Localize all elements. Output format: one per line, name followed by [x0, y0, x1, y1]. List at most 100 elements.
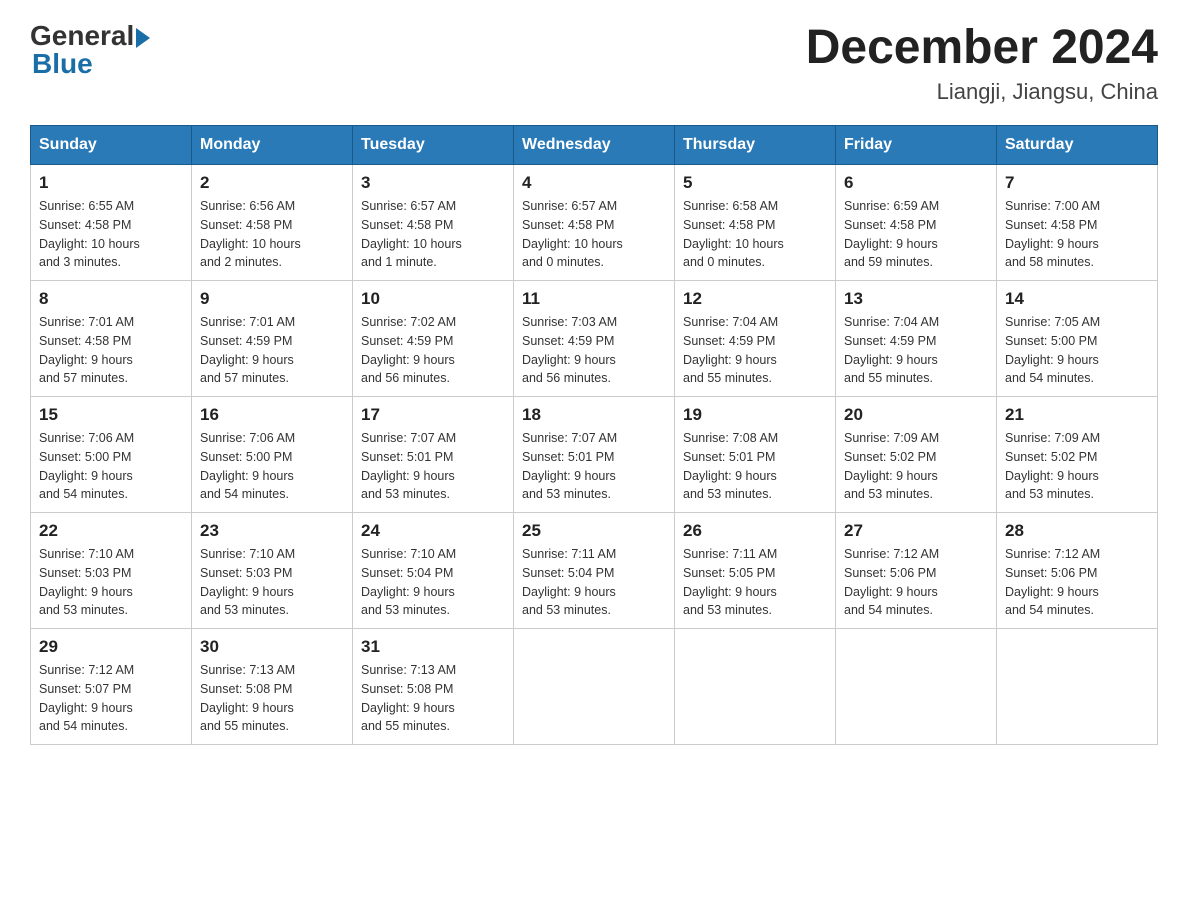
cell-sun-info: Sunrise: 7:13 AMSunset: 5:08 PMDaylight:… — [361, 661, 505, 736]
cell-day-number: 23 — [200, 521, 344, 541]
page-header: General Blue December 2024 Liangji, Jian… — [30, 20, 1158, 105]
calendar-cell: 20 Sunrise: 7:09 AMSunset: 5:02 PMDayligh… — [836, 397, 997, 513]
cell-sun-info: Sunrise: 6:57 AMSunset: 4:58 PMDaylight:… — [361, 197, 505, 272]
day-of-week-header: Sunday — [31, 126, 192, 165]
calendar-cell: 21 Sunrise: 7:09 AMSunset: 5:02 PMDayligh… — [997, 397, 1158, 513]
logo: General Blue — [30, 20, 150, 80]
cell-day-number: 17 — [361, 405, 505, 425]
cell-day-number: 4 — [522, 173, 666, 193]
cell-day-number: 16 — [200, 405, 344, 425]
day-of-week-header: Wednesday — [514, 126, 675, 165]
cell-day-number: 7 — [1005, 173, 1149, 193]
calendar-week-row: 29Sunrise: 7:12 AMSunset: 5:07 PMDayligh… — [31, 629, 1158, 745]
calendar-cell — [514, 629, 675, 745]
cell-day-number: 24 — [361, 521, 505, 541]
cell-sun-info: Sunrise: 7:02 AMSunset: 4:59 PMDaylight:… — [361, 313, 505, 388]
calendar-cell: 11Sunrise: 7:03 AMSunset: 4:59 PMDayligh… — [514, 281, 675, 397]
calendar-cell: 23Sunrise: 7:10 AMSunset: 5:03 PMDayligh… — [192, 513, 353, 629]
cell-sun-info: Sunrise: 7:07 AMSunset: 5:01 PMDaylight:… — [361, 429, 505, 504]
calendar-cell: 12 Sunrise: 7:04 AMSunset: 4:59 PMDayligh… — [675, 281, 836, 397]
calendar-cell: 27 Sunrise: 7:12 AMSunset: 5:06 PMDayligh… — [836, 513, 997, 629]
calendar-cell: 9 Sunrise: 7:01 AMSunset: 4:59 PMDaylight… — [192, 281, 353, 397]
cell-sun-info: Sunrise: 6:57 AMSunset: 4:58 PMDaylight:… — [522, 197, 666, 272]
cell-day-number: 19 — [683, 405, 827, 425]
cell-day-number: 18 — [522, 405, 666, 425]
calendar-header-row: SundayMondayTuesdayWednesdayThursdayFrid… — [31, 126, 1158, 165]
cell-sun-info: Sunrise: 7:10 AMSunset: 5:04 PMDaylight:… — [361, 545, 505, 620]
calendar-cell: 25 Sunrise: 7:11 AMSunset: 5:04 PMDayligh… — [514, 513, 675, 629]
cell-sun-info: Sunrise: 7:11 AMSunset: 5:05 PMDaylight:… — [683, 545, 827, 620]
calendar-week-row: 22Sunrise: 7:10 AMSunset: 5:03 PMDayligh… — [31, 513, 1158, 629]
title-section: December 2024 Liangji, Jiangsu, China — [806, 20, 1158, 105]
calendar-cell: 10 Sunrise: 7:02 AMSunset: 4:59 PMDayligh… — [353, 281, 514, 397]
cell-sun-info: Sunrise: 6:55 AMSunset: 4:58 PMDaylight:… — [39, 197, 183, 272]
day-of-week-header: Monday — [192, 126, 353, 165]
cell-sun-info: Sunrise: 6:56 AMSunset: 4:58 PMDaylight:… — [200, 197, 344, 272]
cell-sun-info: Sunrise: 6:59 AMSunset: 4:58 PMDaylight:… — [844, 197, 988, 272]
calendar-table: SundayMondayTuesdayWednesdayThursdayFrid… — [30, 125, 1158, 745]
cell-sun-info: Sunrise: 7:00 AMSunset: 4:58 PMDaylight:… — [1005, 197, 1149, 272]
calendar-week-row: 1 Sunrise: 6:55 AMSunset: 4:58 PMDaylight… — [31, 165, 1158, 281]
cell-day-number: 10 — [361, 289, 505, 309]
day-of-week-header: Saturday — [997, 126, 1158, 165]
calendar-cell: 2 Sunrise: 6:56 AMSunset: 4:58 PMDaylight… — [192, 165, 353, 281]
calendar-cell — [675, 629, 836, 745]
cell-day-number: 5 — [683, 173, 827, 193]
calendar-week-row: 15 Sunrise: 7:06 AMSunset: 5:00 PMDayligh… — [31, 397, 1158, 513]
calendar-cell: 26 Sunrise: 7:11 AMSunset: 5:05 PMDayligh… — [675, 513, 836, 629]
calendar-cell: 24 Sunrise: 7:10 AMSunset: 5:04 PMDayligh… — [353, 513, 514, 629]
calendar-cell: 22Sunrise: 7:10 AMSunset: 5:03 PMDayligh… — [31, 513, 192, 629]
cell-day-number: 30 — [200, 637, 344, 657]
cell-day-number: 26 — [683, 521, 827, 541]
cell-sun-info: Sunrise: 7:01 AMSunset: 4:59 PMDaylight:… — [200, 313, 344, 388]
month-year-title: December 2024 — [806, 20, 1158, 75]
cell-day-number: 25 — [522, 521, 666, 541]
cell-sun-info: Sunrise: 7:04 AMSunset: 4:59 PMDaylight:… — [844, 313, 988, 388]
cell-sun-info: Sunrise: 7:12 AMSunset: 5:06 PMDaylight:… — [1005, 545, 1149, 620]
calendar-cell: 1 Sunrise: 6:55 AMSunset: 4:58 PMDaylight… — [31, 165, 192, 281]
cell-sun-info: Sunrise: 7:06 AMSunset: 5:00 PMDaylight:… — [200, 429, 344, 504]
cell-day-number: 14 — [1005, 289, 1149, 309]
calendar-cell: 17 Sunrise: 7:07 AMSunset: 5:01 PMDayligh… — [353, 397, 514, 513]
cell-sun-info: Sunrise: 7:10 AMSunset: 5:03 PMDaylight:… — [39, 545, 183, 620]
cell-sun-info: Sunrise: 7:12 AMSunset: 5:07 PMDaylight:… — [39, 661, 183, 736]
day-of-week-header: Tuesday — [353, 126, 514, 165]
cell-day-number: 21 — [1005, 405, 1149, 425]
calendar-cell: 15 Sunrise: 7:06 AMSunset: 5:00 PMDayligh… — [31, 397, 192, 513]
cell-day-number: 15 — [39, 405, 183, 425]
calendar-cell: 6Sunrise: 6:59 AMSunset: 4:58 PMDaylight… — [836, 165, 997, 281]
calendar-cell: 13 Sunrise: 7:04 AMSunset: 4:59 PMDayligh… — [836, 281, 997, 397]
calendar-cell — [997, 629, 1158, 745]
cell-sun-info: Sunrise: 7:05 AMSunset: 5:00 PMDaylight:… — [1005, 313, 1149, 388]
cell-sun-info: Sunrise: 7:09 AMSunset: 5:02 PMDaylight:… — [844, 429, 988, 504]
cell-day-number: 1 — [39, 173, 183, 193]
logo-blue-text: Blue — [32, 48, 93, 80]
cell-sun-info: Sunrise: 7:13 AMSunset: 5:08 PMDaylight:… — [200, 661, 344, 736]
cell-day-number: 31 — [361, 637, 505, 657]
calendar-cell: 16 Sunrise: 7:06 AMSunset: 5:00 PMDayligh… — [192, 397, 353, 513]
cell-day-number: 13 — [844, 289, 988, 309]
cell-day-number: 28 — [1005, 521, 1149, 541]
calendar-cell: 4 Sunrise: 6:57 AMSunset: 4:58 PMDaylight… — [514, 165, 675, 281]
cell-sun-info: Sunrise: 7:09 AMSunset: 5:02 PMDaylight:… — [1005, 429, 1149, 504]
cell-day-number: 27 — [844, 521, 988, 541]
calendar-cell: 19Sunrise: 7:08 AMSunset: 5:01 PMDayligh… — [675, 397, 836, 513]
calendar-cell: 7 Sunrise: 7:00 AMSunset: 4:58 PMDaylight… — [997, 165, 1158, 281]
logo-arrow-icon — [136, 28, 150, 48]
calendar-cell: 3Sunrise: 6:57 AMSunset: 4:58 PMDaylight… — [353, 165, 514, 281]
cell-sun-info: Sunrise: 7:11 AMSunset: 5:04 PMDaylight:… — [522, 545, 666, 620]
calendar-cell: 28 Sunrise: 7:12 AMSunset: 5:06 PMDayligh… — [997, 513, 1158, 629]
cell-day-number: 8 — [39, 289, 183, 309]
cell-sun-info: Sunrise: 7:12 AMSunset: 5:06 PMDaylight:… — [844, 545, 988, 620]
cell-sun-info: Sunrise: 7:04 AMSunset: 4:59 PMDaylight:… — [683, 313, 827, 388]
calendar-cell: 30 Sunrise: 7:13 AMSunset: 5:08 PMDayligh… — [192, 629, 353, 745]
location-subtitle: Liangji, Jiangsu, China — [806, 79, 1158, 105]
day-of-week-header: Friday — [836, 126, 997, 165]
cell-day-number: 2 — [200, 173, 344, 193]
cell-day-number: 12 — [683, 289, 827, 309]
cell-day-number: 9 — [200, 289, 344, 309]
cell-sun-info: Sunrise: 7:03 AMSunset: 4:59 PMDaylight:… — [522, 313, 666, 388]
cell-sun-info: Sunrise: 7:06 AMSunset: 5:00 PMDaylight:… — [39, 429, 183, 504]
calendar-week-row: 8Sunrise: 7:01 AMSunset: 4:58 PMDaylight… — [31, 281, 1158, 397]
cell-day-number: 20 — [844, 405, 988, 425]
